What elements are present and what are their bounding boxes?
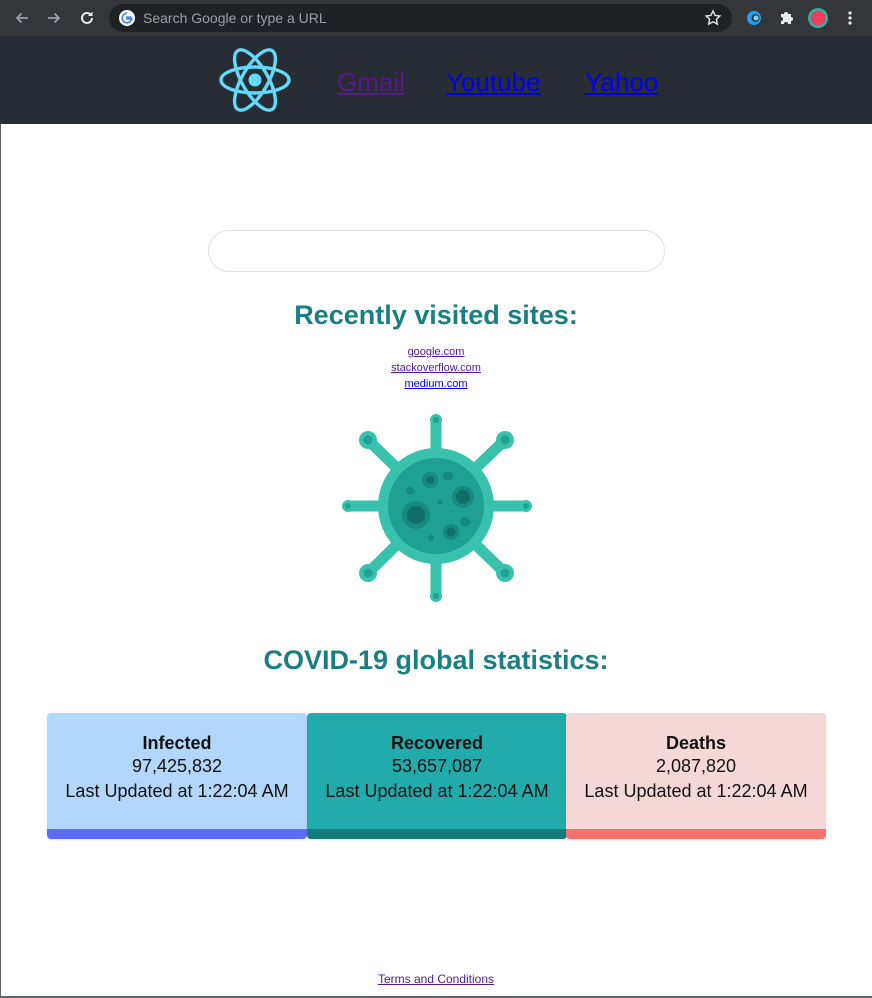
google-g-icon	[119, 10, 135, 26]
browser-toolbar: Search Google or type a URL	[0, 0, 872, 36]
stat-card-accent-bar	[566, 829, 826, 839]
omnibox[interactable]: Search Google or type a URL	[109, 4, 732, 32]
search-input[interactable]	[208, 230, 665, 272]
recent-site-link-google[interactable]: google.com	[0, 344, 872, 360]
extension-icon[interactable]	[742, 6, 766, 30]
stat-card-title: Deaths	[665, 733, 727, 753]
stat-card-accent-bar	[307, 829, 567, 839]
recent-site-link-medium[interactable]: medium.com	[0, 376, 872, 392]
stat-card-value: 53,657,087	[391, 756, 483, 776]
stat-card-title: Recovered	[390, 733, 484, 753]
stat-card-accent-bar	[47, 829, 307, 839]
reload-icon[interactable]	[75, 6, 99, 30]
stat-card-updated: Last Updated at 1:22:04 AM	[325, 781, 549, 801]
stat-card-title: Infected	[142, 733, 212, 753]
puzzle-icon[interactable]	[774, 6, 798, 30]
stat-card-deaths: Deaths 2,087,820 Last Updated at 1:22:04…	[566, 713, 826, 839]
recent-sites-list: google.com stackoverflow.com medium.com	[0, 344, 872, 392]
recently-visited-heading: Recently visited sites:	[294, 300, 578, 330]
stat-card-recovered: Recovered 53,657,087 Last Updated at 1:2…	[307, 713, 567, 839]
forward-arrow-icon[interactable]	[42, 6, 66, 30]
back-arrow-icon[interactable]	[10, 6, 34, 30]
virus-icon	[340, 410, 532, 602]
window-border-left	[0, 124, 1, 998]
stat-card-updated: Last Updated at 1:22:04 AM	[584, 781, 808, 801]
profile-avatar-icon[interactable]	[806, 6, 830, 30]
covid-stats-heading: COVID-19 global statistics:	[263, 645, 609, 675]
stat-card-value: 2,087,820	[655, 756, 737, 776]
react-logo-icon	[218, 44, 292, 116]
nav-link-gmail[interactable]: Gmail	[337, 66, 405, 98]
stat-card-infected: Infected 97,425,832 Last Updated at 1:22…	[47, 713, 307, 839]
stat-card-value: 97,425,832	[131, 756, 223, 776]
kebab-menu-icon[interactable]	[838, 6, 862, 30]
recent-site-link-stackoverflow[interactable]: stackoverflow.com	[0, 360, 872, 376]
nav-link-youtube[interactable]: Youtube	[446, 66, 540, 98]
terms-link[interactable]: Terms and Conditions	[378, 972, 494, 986]
omnibox-placeholder: Search Google or type a URL	[143, 10, 327, 26]
stat-card-updated: Last Updated at 1:22:04 AM	[65, 781, 289, 801]
footer: Terms and Conditions	[0, 971, 872, 987]
site-header: Gmail Youtube Yahoo	[0, 36, 872, 124]
nav-link-yahoo[interactable]: Yahoo	[585, 66, 658, 98]
bookmark-star-icon[interactable]	[704, 9, 722, 27]
